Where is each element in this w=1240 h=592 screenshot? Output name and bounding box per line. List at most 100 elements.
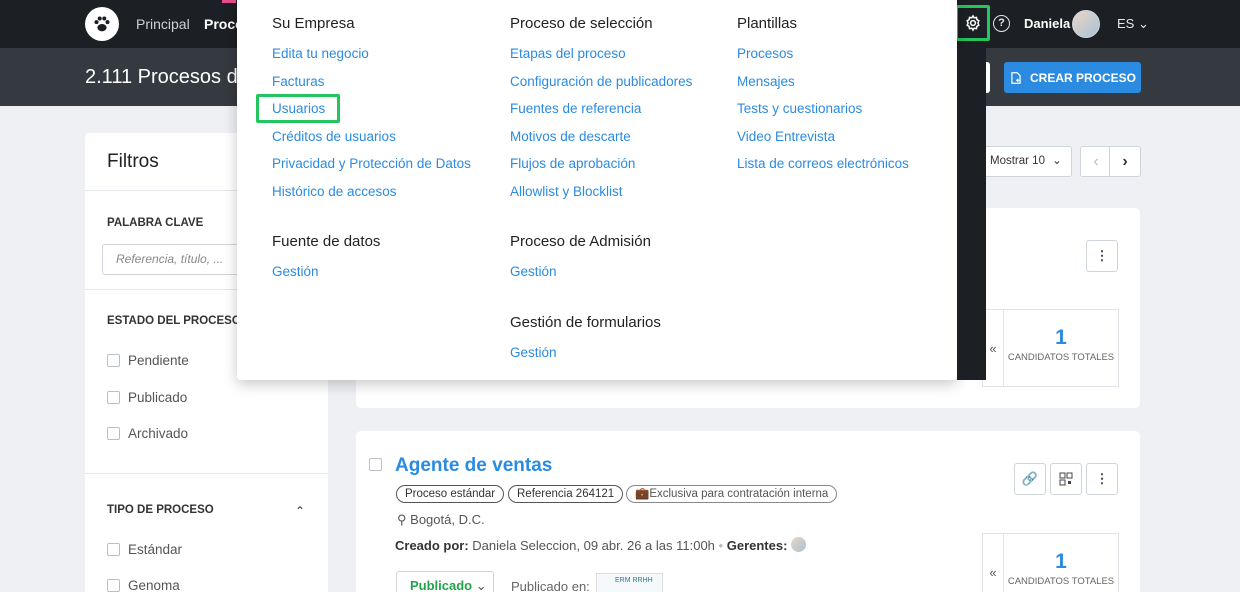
avatar[interactable] (1072, 10, 1100, 38)
language-label: ES (1117, 16, 1135, 31)
chevron-right-icon: › (1122, 152, 1128, 170)
managers-label: Gerentes: (726, 538, 788, 553)
menu-item-edita-negocio[interactable]: Edita tu negocio (272, 46, 369, 61)
candidates-count: 1 (1055, 326, 1067, 349)
chevron-down-icon: ⌄ (1137, 16, 1149, 31)
link-icon: 🔗 (1021, 471, 1039, 486)
keyword-search-input[interactable]: Referencia, título, ... (102, 244, 242, 275)
menu-item-flujos-aprobacion[interactable]: Flujos de aprobación (510, 156, 635, 171)
nav-indicator (222, 0, 236, 3)
status-dropdown-button[interactable]: Publicado ⌄ (396, 571, 494, 592)
chevron-down-icon: ⌄ (1052, 155, 1062, 167)
next-page-button[interactable]: › (1109, 146, 1141, 177)
candidates-stat[interactable]: 1 CANDIDATOS TOTALES (1003, 533, 1119, 592)
created-at: 09 abr. 26 a las 11:00h (583, 538, 715, 553)
menu-section-fuente-datos: Fuente de datos (272, 233, 381, 250)
status-label: ESTADO DEL PROCESO (107, 315, 241, 327)
menu-item-mensajes[interactable]: Mensajes (737, 74, 795, 89)
checkbox[interactable] (107, 427, 120, 440)
job-title-link[interactable]: Agente de ventas (395, 455, 552, 477)
status-option-pendiente[interactable]: Pendiente (107, 353, 189, 368)
menu-item-formularios-gestion[interactable]: Gestión (510, 345, 557, 360)
published-in-label: Publicado en: (511, 579, 590, 592)
nav-principal[interactable]: Principal (136, 16, 190, 32)
user-name[interactable]: Daniela (1024, 16, 1070, 31)
option-label: Pendiente (128, 353, 189, 368)
card-select-checkbox[interactable] (369, 458, 382, 471)
publisher-logo-text: ERM RRHH (615, 577, 653, 584)
option-label: Estándar (128, 542, 183, 557)
kebab-icon: ⋮ (1095, 248, 1109, 263)
qr-code-icon (1059, 472, 1073, 486)
paw-logo-icon[interactable] (85, 7, 119, 41)
usuarios-highlight (256, 94, 340, 123)
menu-item-privacidad[interactable]: Privacidad y Protección de Datos (272, 156, 471, 171)
menu-item-lista-correos[interactable]: Lista de correos electrónicos (737, 156, 909, 171)
candidates-label: CANDIDATOS TOTALES (1007, 352, 1115, 363)
expand-stats-button[interactable]: « (982, 533, 1003, 592)
candidates-count: 1 (1055, 550, 1067, 573)
menu-item-facturas[interactable]: Facturas (272, 74, 325, 89)
qr-code-button[interactable] (1050, 463, 1082, 495)
chevron-left-icon: ‹ (1093, 152, 1099, 170)
page-size-select[interactable]: Mostrar 10 ⌄ (981, 146, 1072, 177)
checkbox[interactable] (107, 579, 120, 592)
page-title: 2.111 Procesos de (85, 66, 249, 88)
add-document-icon (1011, 71, 1021, 84)
page-size-label: Mostrar 10 (990, 155, 1045, 167)
prev-page-button[interactable]: ‹ (1080, 146, 1112, 177)
status-option-archivado[interactable]: Archivado (107, 426, 188, 441)
chevron-down-icon: ⌄ (475, 578, 487, 592)
menu-item-creditos-usuarios[interactable]: Créditos de usuarios (272, 129, 396, 144)
option-label: Genoma (128, 578, 180, 592)
menu-item-admision-gestion[interactable]: Gestión (510, 264, 557, 279)
more-options-button[interactable]: ⋮ (1086, 240, 1118, 272)
menu-section-gestion-formularios: Gestión de formularios (510, 314, 661, 331)
checkbox[interactable] (107, 354, 120, 367)
help-icon[interactable]: ? (993, 15, 1010, 32)
created-by-meta: Creado por: Daniela Seleccion, 09 abr. 2… (395, 537, 807, 553)
option-label: Archivado (128, 426, 189, 441)
manager-avatar[interactable] (791, 537, 807, 552)
menu-item-configuracion-publicadores[interactable]: Configuración de publicadores (510, 74, 692, 89)
language-select[interactable]: ES ⌄ (1117, 16, 1149, 32)
menu-section-su-empresa: Su Empresa (272, 15, 355, 32)
menu-item-video-entrevista[interactable]: Video Entrevista (737, 129, 835, 144)
create-process-label: CREAR PROCESO (1029, 70, 1136, 85)
keyword-label: PALABRA CLAVE (107, 217, 204, 229)
checkbox[interactable] (107, 543, 120, 556)
menu-item-motivos-descarte[interactable]: Motivos de descarte (510, 129, 631, 144)
status-option-publicado[interactable]: Publicado (107, 390, 187, 405)
type-label: TIPO DE PROCESO (107, 504, 214, 516)
job-location: ⚲ Bogotá, D.C. (397, 512, 485, 528)
double-chevron-left-icon: « (989, 340, 997, 356)
copy-link-button[interactable]: 🔗 (1014, 463, 1046, 495)
type-option-estandar[interactable]: Estándar (107, 542, 182, 557)
type-option-genoma[interactable]: Genoma (107, 578, 180, 592)
candidates-stat[interactable]: 1 CANDIDATOS TOTALES (1003, 309, 1119, 387)
menu-item-fuentes-referencia[interactable]: Fuentes de referencia (510, 101, 641, 116)
filters-title: Filtros (107, 151, 159, 172)
location-pin-icon: ⚲ (397, 512, 407, 527)
internal-hiring-chip: 💼Exclusiva para contratación interna (626, 485, 838, 503)
chevron-up-icon[interactable]: ⌃ (295, 504, 305, 518)
created-by-name: Daniela Seleccion, (472, 538, 580, 553)
chip-label: Exclusiva para contratación interna (649, 488, 829, 500)
status-label: Publicado (410, 578, 473, 592)
menu-item-tests-cuestionarios[interactable]: Tests y cuestionarios (737, 101, 862, 116)
reference-chip: Referencia 264121 (508, 485, 624, 503)
double-chevron-left-icon: « (989, 564, 997, 580)
menu-item-fuente-datos-gestion[interactable]: Gestión (272, 264, 319, 279)
menu-item-etapas-proceso[interactable]: Etapas del proceso (510, 46, 626, 61)
settings-gear-button[interactable] (955, 5, 990, 41)
create-process-button[interactable]: CREAR PROCESO (1004, 62, 1141, 93)
option-label: Publicado (128, 390, 188, 405)
more-options-button[interactable]: ⋮ (1086, 463, 1118, 495)
menu-item-plantillas-procesos[interactable]: Procesos (737, 46, 793, 61)
menu-edge-strip (957, 48, 986, 380)
menu-item-historico-accesos[interactable]: Histórico de accesos (272, 184, 397, 199)
menu-section-proceso-admision: Proceso de Admisión (510, 233, 651, 250)
menu-item-allowlist-blocklist[interactable]: Allowlist y Blocklist (510, 184, 623, 199)
gear-icon (965, 14, 980, 32)
checkbox[interactable] (107, 391, 120, 404)
